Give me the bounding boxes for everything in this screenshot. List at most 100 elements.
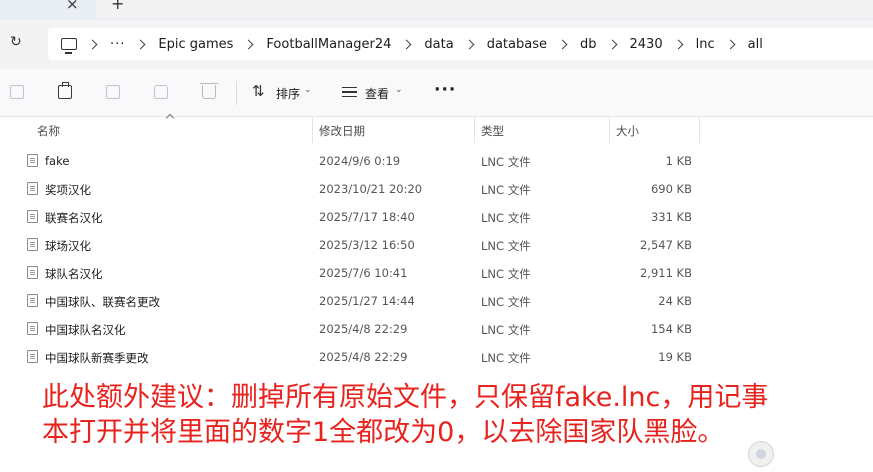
file-size: 19 KB bbox=[658, 350, 692, 364]
file-icon bbox=[27, 350, 38, 363]
share-icon[interactable] bbox=[154, 85, 168, 99]
active-tab[interactable] bbox=[96, 0, 873, 18]
annotation-text: 此处额外建议：删掉所有原始文件，只保留fake.lnc，用记事 本打开并将里面的… bbox=[42, 380, 862, 450]
file-date: 2025/4/8 22:29 bbox=[319, 350, 408, 364]
column-header: 名称 修改日期 类型 大小 bbox=[0, 113, 873, 143]
column-date[interactable]: 修改日期 bbox=[319, 123, 365, 139]
file-size: 2,911 KB bbox=[639, 266, 692, 280]
file-name: 联赛名汉化 bbox=[45, 211, 103, 225]
column-divider[interactable] bbox=[609, 117, 610, 143]
column-name[interactable]: 名称 bbox=[37, 123, 60, 139]
breadcrumb-data[interactable]: data bbox=[424, 37, 453, 52]
breadcrumb-footballmanager24[interactable]: FootballManager24 bbox=[266, 37, 391, 52]
column-type[interactable]: 类型 bbox=[481, 123, 504, 139]
view-button[interactable]: 查看 bbox=[365, 85, 389, 102]
file-name: 球队名汉化 bbox=[45, 267, 103, 281]
file-size: 1 KB bbox=[665, 154, 692, 168]
column-divider[interactable] bbox=[312, 117, 313, 143]
file-date: 2023/10/21 20:20 bbox=[319, 182, 423, 196]
paste-icon[interactable] bbox=[58, 82, 72, 99]
file-date: 2025/1/27 14:44 bbox=[319, 294, 415, 308]
breadcrumb-overflow[interactable]: ··· bbox=[110, 37, 125, 52]
refresh-icon[interactable]: ↻ bbox=[10, 34, 22, 50]
file-name: 中国球队、联赛名更改 bbox=[45, 295, 160, 309]
file-icon bbox=[27, 210, 38, 223]
file-type: LNC 文件 bbox=[481, 211, 531, 225]
breadcrumb-2430[interactable]: 2430 bbox=[630, 37, 663, 52]
chevron-right-icon[interactable] bbox=[464, 39, 475, 49]
breadcrumb-lnc[interactable]: lnc bbox=[696, 37, 715, 52]
column-divider[interactable] bbox=[474, 117, 475, 143]
breadcrumb-db[interactable]: db bbox=[580, 37, 597, 52]
column-size[interactable]: 大小 bbox=[616, 123, 639, 139]
chevron-down-icon[interactable]: ⌄ bbox=[395, 85, 403, 95]
chevron-right-icon[interactable] bbox=[243, 39, 254, 49]
file-type: LNC 文件 bbox=[481, 323, 531, 337]
file-icon bbox=[27, 238, 38, 251]
file-row[interactable]: 球队名汉化 2025/7/6 10:41 LNC 文件 2,911 KB bbox=[0, 259, 873, 287]
close-tab-icon[interactable]: × bbox=[66, 0, 79, 13]
breadcrumb-database[interactable]: database bbox=[487, 37, 547, 52]
tab-strip: × + bbox=[0, 0, 873, 20]
chevron-right-icon[interactable] bbox=[401, 39, 412, 49]
file-row[interactable]: 中国球队新赛季更改 2025/4/8 22:29 LNC 文件 19 KB bbox=[0, 343, 873, 371]
file-icon bbox=[27, 294, 38, 307]
file-type: LNC 文件 bbox=[481, 295, 531, 309]
file-size: 24 KB bbox=[658, 294, 692, 308]
file-size: 154 KB bbox=[650, 322, 692, 336]
annotation-line-1: 此处额外建议：删掉所有原始文件，只保留fake.lnc，用记事 bbox=[42, 382, 769, 413]
file-name: 中国球队名汉化 bbox=[45, 323, 126, 337]
file-date: 2025/3/12 16:50 bbox=[319, 238, 415, 252]
address-row: ↻ ··· Epic games FootballManager24 data … bbox=[0, 20, 873, 69]
annotation-line-2: 本打开并将里面的数字1全都改为0，以去除国家队黑脸。 bbox=[42, 417, 725, 448]
new-tab-icon[interactable]: + bbox=[111, 0, 124, 13]
file-date: 2025/4/8 22:29 bbox=[319, 322, 408, 336]
file-size: 690 KB bbox=[650, 182, 692, 196]
toolbar-divider bbox=[236, 81, 237, 105]
file-row[interactable]: 奖项汉化 2023/10/21 20:20 LNC 文件 690 KB bbox=[0, 175, 873, 203]
view-icon[interactable] bbox=[342, 87, 357, 97]
chevron-right-icon[interactable] bbox=[607, 39, 617, 49]
chevron-right-icon[interactable] bbox=[673, 39, 684, 49]
file-row[interactable]: 中国球队、联赛名更改 2025/1/27 14:44 LNC 文件 24 KB bbox=[0, 287, 873, 315]
file-type: LNC 文件 bbox=[481, 351, 531, 365]
file-icon bbox=[27, 266, 38, 279]
file-date: 2024/9/6 0:19 bbox=[319, 154, 401, 168]
file-row[interactable]: 中国球队名汉化 2025/4/8 22:29 LNC 文件 154 KB bbox=[0, 315, 873, 343]
chevron-right-icon[interactable] bbox=[557, 39, 568, 49]
watermark-logo-icon bbox=[748, 441, 774, 467]
chevron-right-icon[interactable] bbox=[725, 39, 736, 49]
file-icon bbox=[27, 154, 38, 167]
file-size: 2,547 KB bbox=[639, 238, 692, 252]
sort-icon[interactable]: ⇅ bbox=[252, 82, 265, 100]
file-icon bbox=[27, 322, 38, 335]
file-row[interactable]: 球场汉化 2025/3/12 16:50 LNC 文件 2,547 KB bbox=[0, 231, 873, 259]
file-row[interactable]: fake 2024/9/6 0:19 LNC 文件 1 KB bbox=[0, 147, 873, 175]
file-name: 中国球队新赛季更改 bbox=[45, 351, 149, 365]
delete-icon[interactable] bbox=[200, 83, 218, 99]
breadcrumb-all[interactable]: all bbox=[748, 37, 763, 52]
file-name: 奖项汉化 bbox=[45, 183, 91, 197]
file-icon bbox=[27, 182, 38, 195]
file-size: 331 KB bbox=[650, 210, 692, 224]
file-type: LNC 文件 bbox=[481, 239, 531, 253]
chevron-right-icon[interactable] bbox=[87, 39, 98, 49]
file-row[interactable]: 联赛名汉化 2025/7/17 18:40 LNC 文件 331 KB bbox=[0, 203, 873, 231]
copy-icon[interactable] bbox=[10, 85, 24, 99]
file-type: LNC 文件 bbox=[481, 267, 531, 281]
file-type: LNC 文件 bbox=[481, 183, 531, 197]
breadcrumb-epic-games[interactable]: Epic games bbox=[158, 37, 233, 52]
computer-icon bbox=[61, 38, 77, 54]
chevron-right-icon[interactable] bbox=[135, 39, 146, 49]
chevron-down-icon[interactable]: ⌄ bbox=[304, 85, 312, 95]
rename-icon[interactable] bbox=[106, 85, 120, 99]
address-bar[interactable]: ··· Epic games FootballManager24 data da… bbox=[48, 28, 873, 60]
sort-button[interactable]: 排序 bbox=[276, 85, 300, 102]
file-name: fake bbox=[45, 154, 70, 168]
file-date: 2025/7/6 10:41 bbox=[319, 266, 408, 280]
file-name: 球场汉化 bbox=[45, 239, 91, 253]
file-type: LNC 文件 bbox=[481, 155, 531, 169]
column-divider[interactable] bbox=[699, 117, 700, 143]
file-date: 2025/7/17 18:40 bbox=[319, 210, 415, 224]
more-options-button[interactable]: ··· bbox=[434, 80, 456, 100]
